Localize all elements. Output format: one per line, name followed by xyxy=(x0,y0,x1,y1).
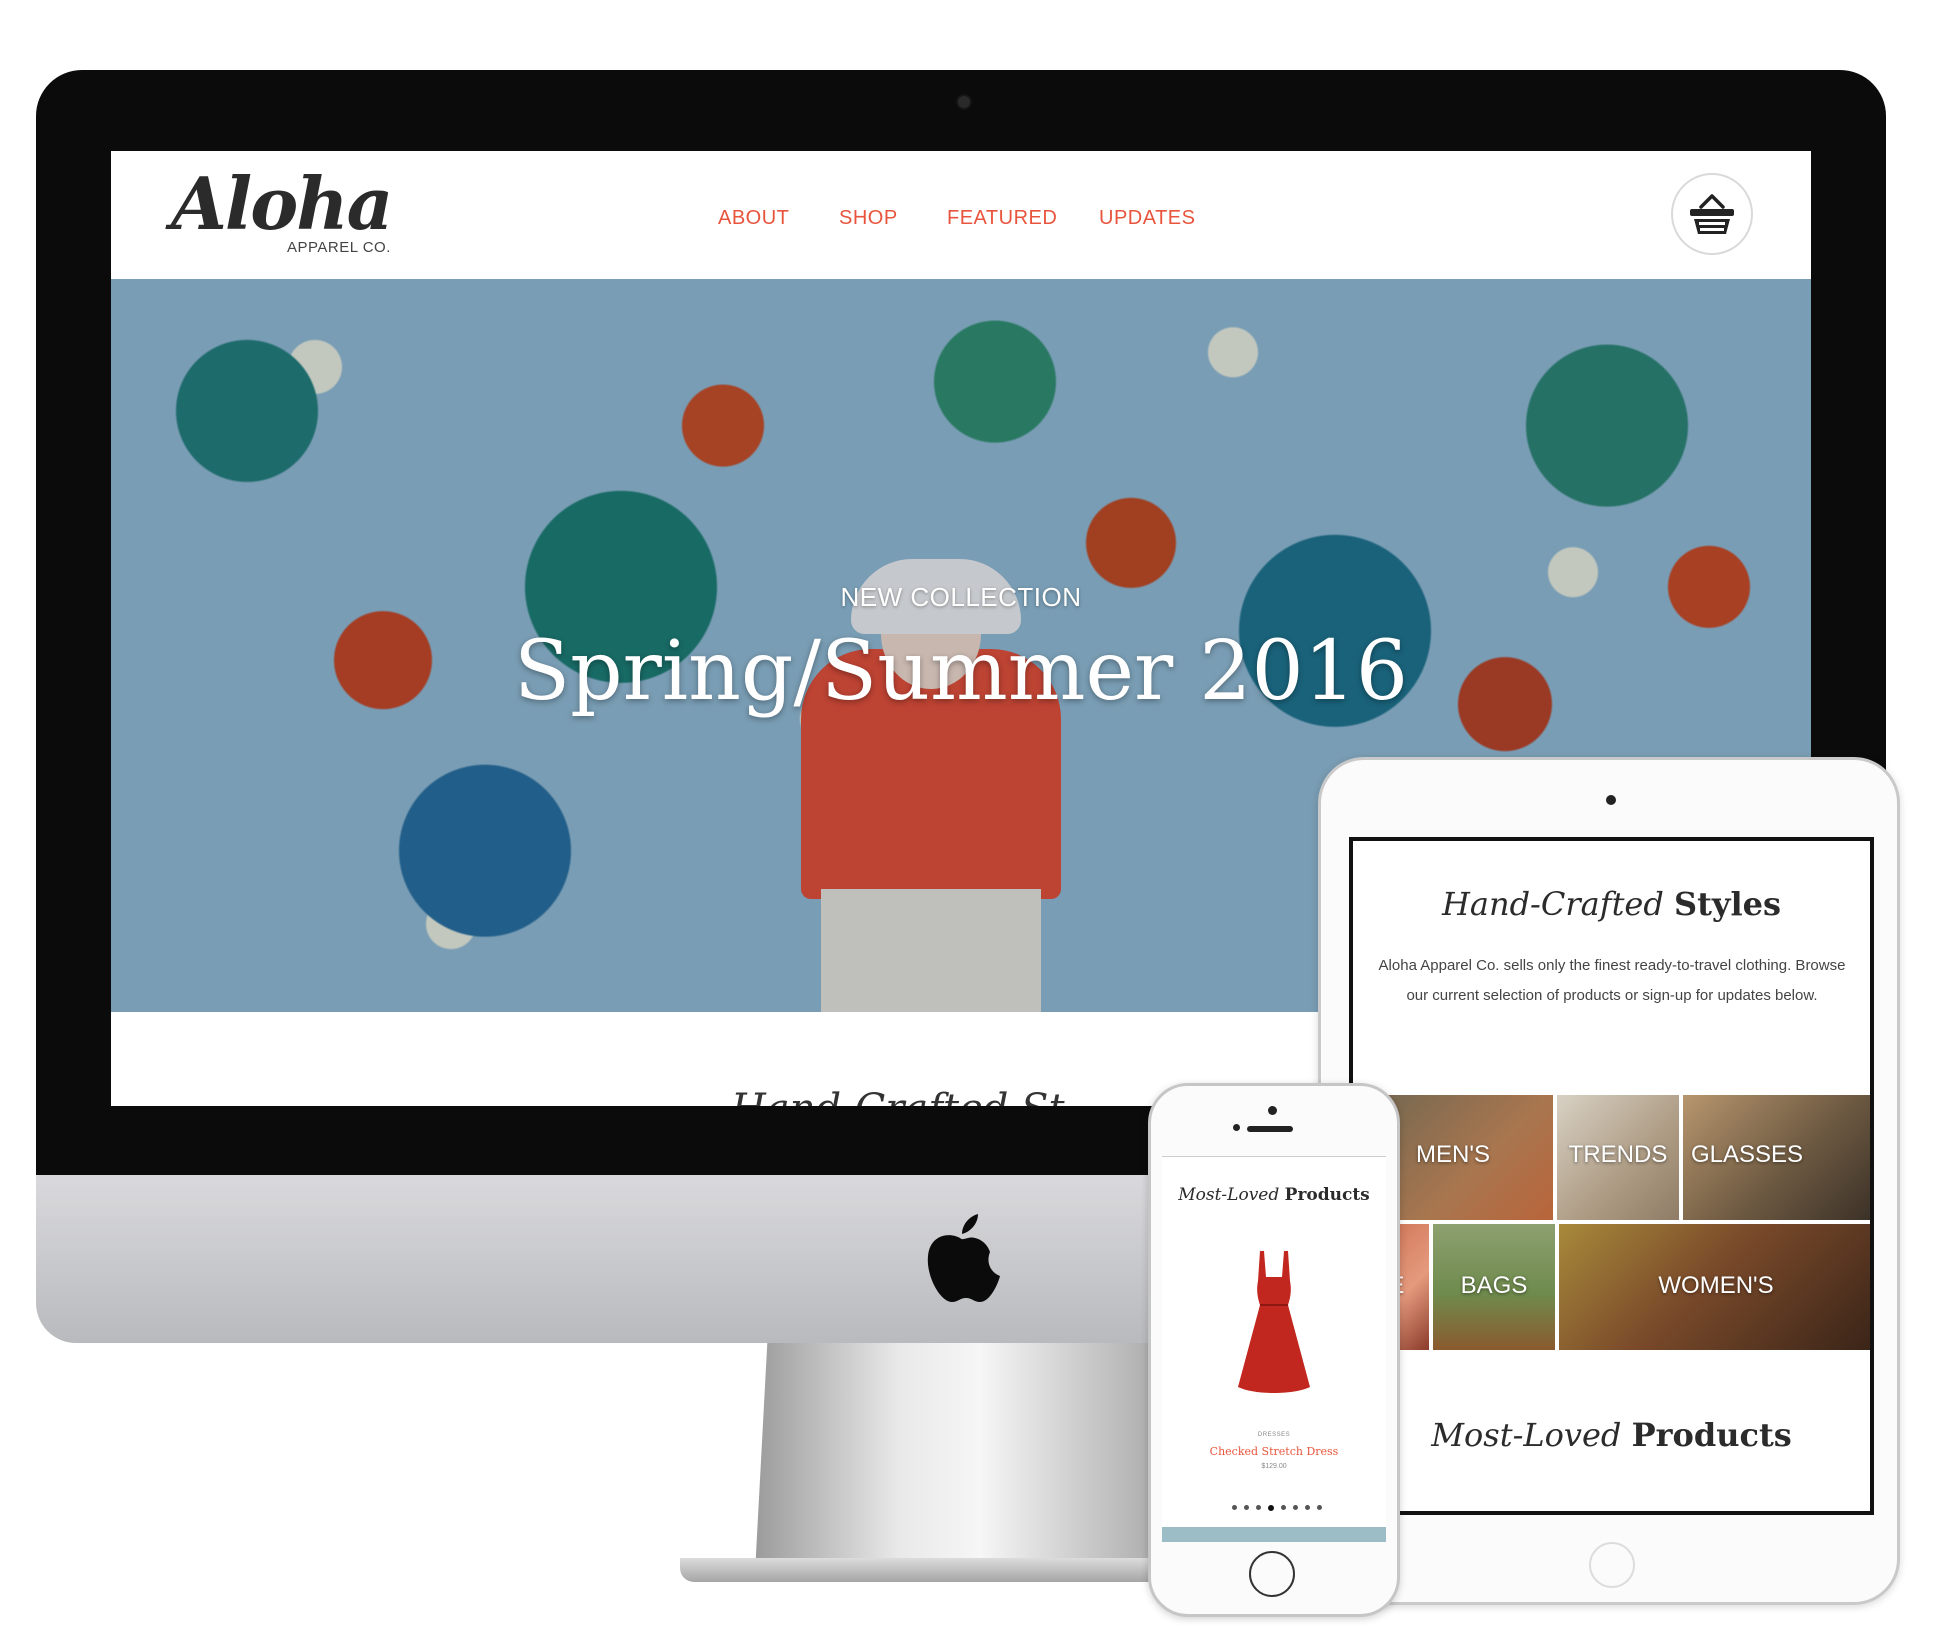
carousel-dots[interactable] xyxy=(1232,1505,1322,1513)
nav-shop[interactable]: SHOP xyxy=(839,207,898,230)
apple-logo-icon xyxy=(927,1214,1000,1302)
speaker-icon xyxy=(1247,1126,1293,1132)
sensor-icon xyxy=(1233,1124,1240,1131)
camera-icon xyxy=(958,96,970,108)
tile-bags[interactable]: BAGS xyxy=(1433,1224,1555,1350)
heading-italic: Hand-Crafted xyxy=(1441,885,1664,923)
tile-womens[interactable]: WOMEN'S xyxy=(1559,1224,1870,1350)
heading-italic: Most-Loved xyxy=(1431,1416,1622,1454)
hero-kicker: NEW COLLECTION xyxy=(840,582,1082,612)
carousel-dot[interactable] xyxy=(1256,1505,1261,1510)
heading-bold: Products xyxy=(1284,1185,1370,1205)
carousel-dot[interactable] xyxy=(1317,1505,1322,1510)
phone-footer-strip xyxy=(1162,1527,1386,1542)
tile-trends[interactable]: TRENDS xyxy=(1557,1095,1679,1220)
heading-italic: Most-Loved xyxy=(1178,1185,1280,1205)
phone-screen: Most-Loved Products DRESSES Checked Stre… xyxy=(1162,1156,1386,1542)
cart-button[interactable] xyxy=(1671,173,1753,255)
camera-icon xyxy=(1268,1106,1277,1115)
carousel-dot[interactable] xyxy=(1244,1505,1249,1510)
carousel-dot[interactable] xyxy=(1281,1505,1286,1510)
carousel-dot[interactable] xyxy=(1305,1505,1310,1510)
phone-device: Most-Loved Products DRESSES Checked Stre… xyxy=(1148,1083,1400,1617)
tablet-screen: Hand-Crafted Styles Aloha Apparel Co. se… xyxy=(1349,837,1874,1515)
basket-icon xyxy=(1690,194,1734,234)
section-heading-peek: Hand-Crafted St xyxy=(731,1086,1065,1106)
product-category: DRESSES xyxy=(1257,1432,1291,1438)
tile-label: TRENDS xyxy=(1568,1141,1668,1168)
logo-subtitle: APPAREL CO. xyxy=(287,239,391,256)
tablet-section-heading: Hand-Crafted Styles xyxy=(1353,885,1870,923)
product-image-dress[interactable] xyxy=(1234,1247,1314,1397)
home-button[interactable] xyxy=(1249,1551,1295,1597)
tablet-device: Hand-Crafted Styles Aloha Apparel Co. se… xyxy=(1318,757,1900,1605)
heading-bold: Products xyxy=(1631,1416,1792,1454)
product-name-link[interactable]: Checked Stretch Dress xyxy=(1162,1445,1386,1458)
tile-label: GLASSES xyxy=(1691,1141,1804,1168)
carousel-dot[interactable] xyxy=(1293,1505,1298,1510)
nav-featured[interactable]: FEATURED xyxy=(947,207,1057,230)
carousel-dot[interactable] xyxy=(1268,1505,1274,1511)
site-header: Aloha APPAREL CO. ABOUT SHOP FEATURED UP… xyxy=(111,151,1811,279)
tile-label: BAGS xyxy=(1460,1272,1528,1299)
imac-stand xyxy=(755,1343,1165,1573)
camera-icon xyxy=(1606,795,1616,805)
logo-script[interactable]: Aloha xyxy=(171,161,393,246)
tile-label: WOMEN'S xyxy=(1658,1272,1774,1299)
hero-title: Spring/Summer 2016 xyxy=(514,624,1408,719)
phone-products-heading: Most-Loved Products xyxy=(1162,1185,1386,1205)
tablet-description: Aloha Apparel Co. sells only the finest … xyxy=(1378,957,1846,1004)
home-button[interactable] xyxy=(1589,1542,1635,1588)
carousel-dot[interactable] xyxy=(1232,1505,1237,1510)
product-price: $129.00 xyxy=(1261,1463,1287,1470)
heading-bold: Styles xyxy=(1674,885,1782,923)
nav-updates[interactable]: UPDATES xyxy=(1099,207,1195,230)
nav-about[interactable]: ABOUT xyxy=(718,207,789,230)
tile-glasses[interactable]: GLASSES xyxy=(1683,1095,1870,1220)
tablet-products-heading: Most-Loved Products xyxy=(1353,1416,1870,1454)
